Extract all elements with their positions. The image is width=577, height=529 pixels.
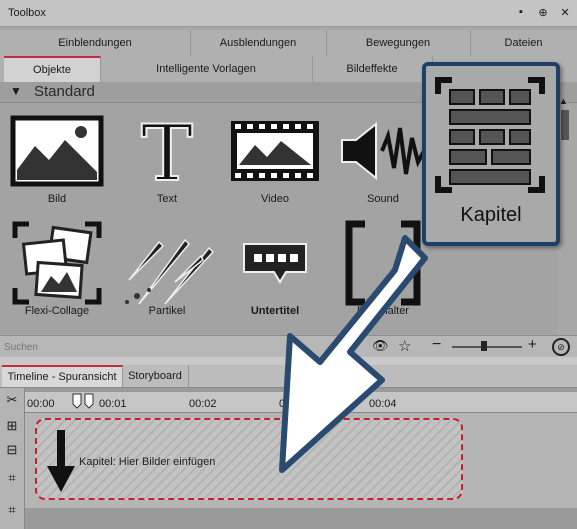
zoom-slider[interactable] [452,341,522,351]
tab-timeline-spuransicht[interactable]: Timeline - Spuransicht [2,365,123,387]
zoom-fit-icon[interactable]: ⊘ [552,338,570,356]
chapter-object[interactable]: Kapitel: Hier Bilder einfügen [35,418,463,500]
playhead-marker-icon[interactable] [69,392,99,410]
cut-tool-icon[interactable]: ✂ [4,392,20,408]
ruler-tick: 00:02 [189,398,217,410]
tab-storyboard[interactable]: Storyboard [122,365,189,387]
object-video[interactable]: Video [220,111,330,205]
zoom-in-button[interactable]: + [528,336,537,353]
add-track-icon[interactable]: ⊞ [4,418,20,434]
tab-row-top: Einblendungen Ausblendungen Bewegungen D… [0,30,577,56]
object-bild[interactable]: Bild [2,111,112,205]
object-label: Partikel [148,305,186,317]
object-flexi-collage[interactable]: Flexi-Collage [2,221,112,317]
video-film-icon [220,111,330,191]
object-partikel[interactable]: Partikel [112,223,222,317]
expand-view-icon[interactable]: ⌗ [4,502,20,518]
fit-view-icon[interactable]: ⌗ [4,470,20,486]
object-untertitel[interactable]: Untertitel [220,223,330,317]
ruler-tick: 00:00 [27,398,55,410]
ruler-tick: 00:04 [369,398,397,410]
tab-bildeffekte[interactable]: Bildeffekte [312,56,433,82]
grid-scrollbar[interactable]: ▲ [559,96,571,336]
tab-objekte[interactable]: Objekte [4,56,101,82]
collage-icon [2,221,112,305]
window-buttons: ▪ ⊕ ✕ [515,6,571,19]
subtitle-icon [220,223,330,303]
zoom-slider-knob[interactable] [480,341,487,351]
ruler-tick: 00:01 [99,398,127,410]
toolbox-titlebar: Toolbox ▪ ⊕ ✕ [0,0,577,27]
collapse-triangle-icon[interactable]: ▼ [10,84,22,98]
search-input[interactable] [2,338,366,356]
object-text[interactable]: T Text [112,111,222,205]
close-icon[interactable]: ✕ [559,6,571,19]
image-icon [2,111,112,191]
star-icon[interactable]: ☆ [398,337,411,355]
particle-icon [112,223,222,305]
eye-icon[interactable]: 👁 [372,338,389,354]
timeline-tab-row: Timeline - Spuransicht Storyboard [0,365,577,388]
tab-bewegungen[interactable]: Bewegungen [326,30,471,56]
object-label: Untertitel [250,305,300,317]
chapter-icon [435,77,545,193]
svg-text:T: T [141,114,193,188]
tab-einblendungen[interactable]: Einblendungen [0,30,191,56]
search-bar: 👁 ☆ − + ⊘ [0,335,577,358]
tab-dateien[interactable]: Dateien [470,30,577,56]
text-icon: T [112,111,222,191]
tab-ausblendungen[interactable]: Ausblendungen [190,30,327,56]
timeline-toolbar: ✂ ⊞ ⊟ ⌗ ⌗ [0,388,25,529]
object-label: Platzhalter [357,305,409,317]
window-title: Toolbox [8,7,46,19]
object-label: Flexi-Collage [24,305,90,317]
maximize-icon[interactable]: ▪ [515,6,527,19]
ruler-tick: 00:03 [279,398,307,410]
tab-intelligente-vorlagen[interactable]: Intelligente Vorlagen [100,56,313,82]
scroll-thumb[interactable] [561,110,569,140]
object-label: Text [156,193,178,205]
pin-icon[interactable]: ⊕ [537,6,549,19]
kapitel-label: Kapitel [460,204,522,226]
panel-divider[interactable] [0,357,577,365]
kapitel-highlight[interactable]: Kapitel [422,62,560,246]
section-label: Standard [34,83,95,100]
zoom-out-button[interactable]: − [432,336,441,354]
chapter-label: Kapitel: Hier Bilder einfügen [79,456,216,468]
scroll-up-icon[interactable]: ▲ [559,96,568,106]
remove-track-icon[interactable]: ⊟ [4,442,20,458]
time-ruler[interactable]: 00:00 00:01 00:02 00:03 00:04 [25,392,577,413]
object-label: Bild [47,193,67,205]
object-label: Video [261,193,289,205]
insert-arrow-icon [47,430,75,492]
